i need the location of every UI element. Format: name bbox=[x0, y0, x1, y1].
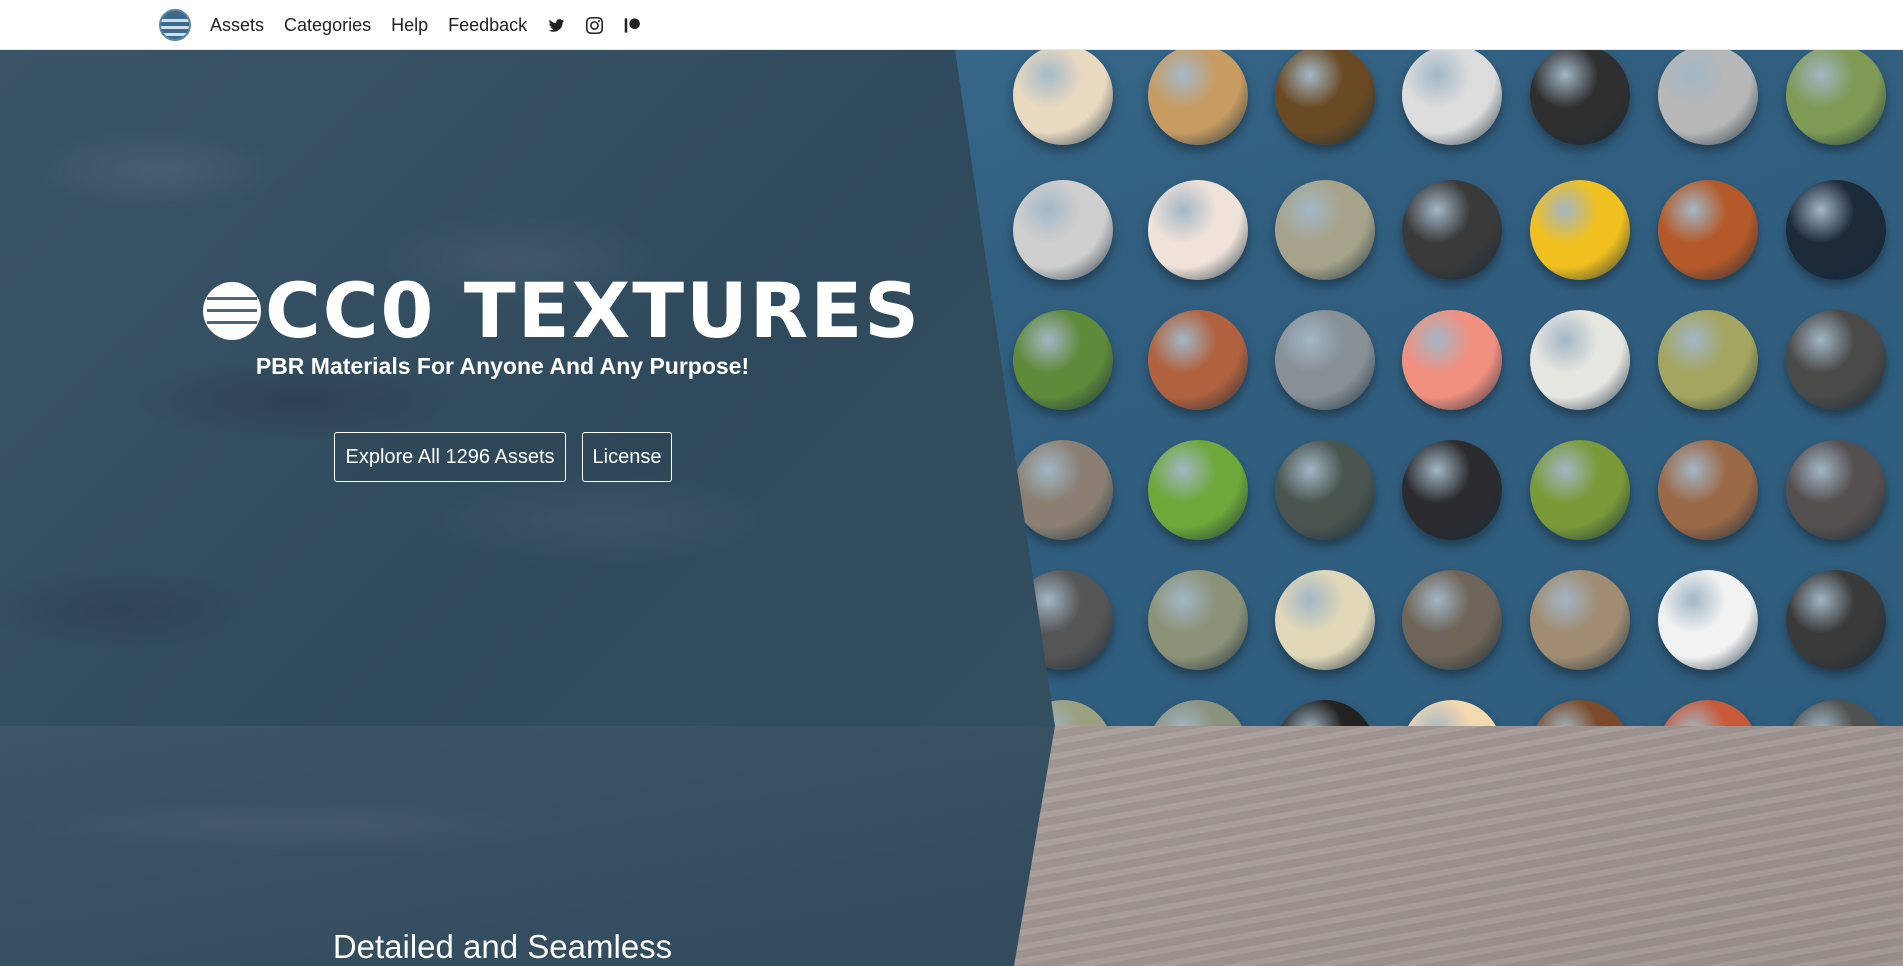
material-sphere bbox=[1148, 700, 1248, 726]
material-sphere bbox=[1530, 50, 1630, 145]
material-sphere bbox=[1013, 440, 1113, 540]
material-sphere bbox=[1786, 700, 1886, 726]
material-sphere bbox=[1013, 180, 1113, 280]
nav-feedback-link[interactable]: Feedback bbox=[448, 15, 527, 36]
hero-banner: CC0 TEXTURES PBR Materials For Anyone An… bbox=[0, 50, 1903, 726]
material-sphere bbox=[1148, 310, 1248, 410]
material-sphere bbox=[1402, 570, 1502, 670]
material-sphere bbox=[1530, 570, 1630, 670]
site-logo-icon[interactable] bbox=[159, 9, 191, 41]
material-sphere bbox=[1530, 310, 1630, 410]
brand-title: CC0 TEXTURES bbox=[265, 266, 921, 355]
nav-categories-link[interactable]: Categories bbox=[284, 15, 371, 36]
material-sphere bbox=[1402, 310, 1502, 410]
material-sphere bbox=[1658, 180, 1758, 280]
instagram-icon[interactable] bbox=[585, 16, 603, 34]
navbar: Assets Categories Help Feedback bbox=[0, 0, 1903, 50]
material-sphere bbox=[1402, 440, 1502, 540]
material-sphere bbox=[1786, 570, 1886, 670]
material-sphere bbox=[1658, 700, 1758, 726]
material-sphere bbox=[1530, 440, 1630, 540]
material-sphere bbox=[1658, 50, 1758, 145]
license-button[interactable]: License bbox=[582, 432, 672, 482]
nav-menu: Assets Categories Help Feedback bbox=[210, 0, 661, 50]
feature-heading: Detailed and Seamless bbox=[332, 928, 673, 965]
patreon-icon[interactable] bbox=[623, 16, 641, 34]
material-sphere bbox=[1786, 310, 1886, 410]
material-sphere bbox=[1013, 50, 1113, 145]
material-sphere bbox=[1275, 570, 1375, 670]
material-sphere bbox=[1275, 50, 1375, 145]
nav-assets-link[interactable]: Assets bbox=[210, 15, 264, 36]
material-sphere bbox=[1275, 180, 1375, 280]
material-sphere bbox=[1275, 440, 1375, 540]
material-sphere bbox=[1148, 440, 1248, 540]
explore-assets-button[interactable]: Explore All 1296 Assets bbox=[334, 432, 566, 482]
material-sphere bbox=[1530, 700, 1630, 726]
material-sphere bbox=[1013, 310, 1113, 410]
material-sphere bbox=[1148, 570, 1248, 670]
material-sphere bbox=[1658, 310, 1758, 410]
brand-heading: CC0 TEXTURES bbox=[203, 266, 921, 355]
material-sphere bbox=[1402, 180, 1502, 280]
material-sphere bbox=[1658, 440, 1758, 540]
nav-help-link[interactable]: Help bbox=[391, 15, 428, 36]
material-sphere bbox=[1148, 50, 1248, 145]
material-sphere bbox=[1275, 310, 1375, 410]
material-sphere bbox=[1786, 180, 1886, 280]
hero-tagline: PBR Materials For Anyone And Any Purpose… bbox=[255, 353, 750, 379]
feature-section: Detailed and Seamless bbox=[0, 726, 1903, 966]
material-sphere bbox=[1786, 440, 1886, 540]
material-sphere bbox=[1530, 180, 1630, 280]
material-sphere bbox=[1275, 700, 1375, 726]
material-sphere bbox=[1402, 50, 1502, 145]
material-sphere bbox=[1658, 570, 1758, 670]
material-sphere bbox=[1786, 50, 1886, 145]
material-sphere bbox=[1148, 180, 1248, 280]
twitter-icon[interactable] bbox=[547, 16, 565, 34]
brand-logo-icon bbox=[203, 282, 261, 340]
material-sphere bbox=[1402, 700, 1502, 726]
